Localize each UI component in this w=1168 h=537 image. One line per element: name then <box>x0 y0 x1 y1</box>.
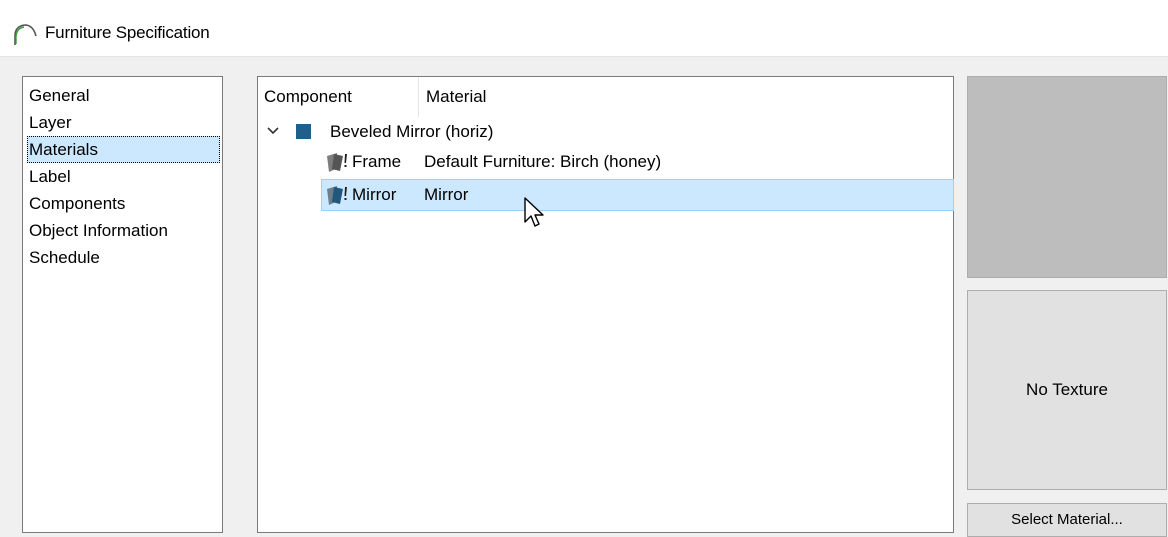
texture-preview: No Texture <box>967 290 1167 490</box>
nav-item-object-information[interactable]: Object Information <box>27 217 220 244</box>
column-header-component[interactable]: Component <box>264 77 414 117</box>
materials-tree: Component Material Beveled Mirror (horiz… <box>257 76 954 533</box>
no-texture-label: No Texture <box>1026 380 1108 399</box>
chevron-down-icon[interactable] <box>266 117 280 146</box>
tree-header: Component Material <box>258 77 953 117</box>
nav-item-components[interactable]: Components <box>27 190 220 217</box>
material-cell: Mirror <box>424 185 469 204</box>
window-title: Furniture Specification <box>45 23 210 42</box>
select-material-button[interactable]: Select Material... <box>967 503 1167 537</box>
component-cell: Frame <box>352 152 402 171</box>
title-bar: Furniture Specification <box>0 0 1168 57</box>
material-cell: Default Furniture: Birch (honey) <box>424 152 662 171</box>
component-cell: Mirror <box>352 185 397 204</box>
arch-app-icon <box>14 24 37 45</box>
color-swatch-icon <box>296 124 311 139</box>
furniture-specification-dialog: Furniture Specification General Layer Ma… <box>0 0 1168 537</box>
category-list: General Layer Materials Label Components… <box>22 76 223 533</box>
column-header-material[interactable]: Material <box>426 77 826 117</box>
tree-parent-label: Beveled Mirror (horiz) <box>330 122 494 141</box>
nav-item-schedule[interactable]: Schedule <box>27 244 220 271</box>
tree-row-parent[interactable]: Beveled Mirror (horiz) <box>258 117 953 146</box>
tree-row-selected[interactable]: Mirror Mirror <box>321 179 954 211</box>
material-icon <box>327 153 347 172</box>
nav-item-materials[interactable]: Materials <box>27 136 220 163</box>
nav-item-layer[interactable]: Layer <box>27 109 220 136</box>
nav-item-general[interactable]: General <box>27 82 220 109</box>
column-divider[interactable] <box>418 77 419 117</box>
nav-item-label[interactable]: Label <box>27 163 220 190</box>
tree-row[interactable]: Frame Default Furniture: Birch (honey) <box>322 147 954 176</box>
material-icon <box>327 186 347 205</box>
material-color-preview <box>967 76 1167 278</box>
